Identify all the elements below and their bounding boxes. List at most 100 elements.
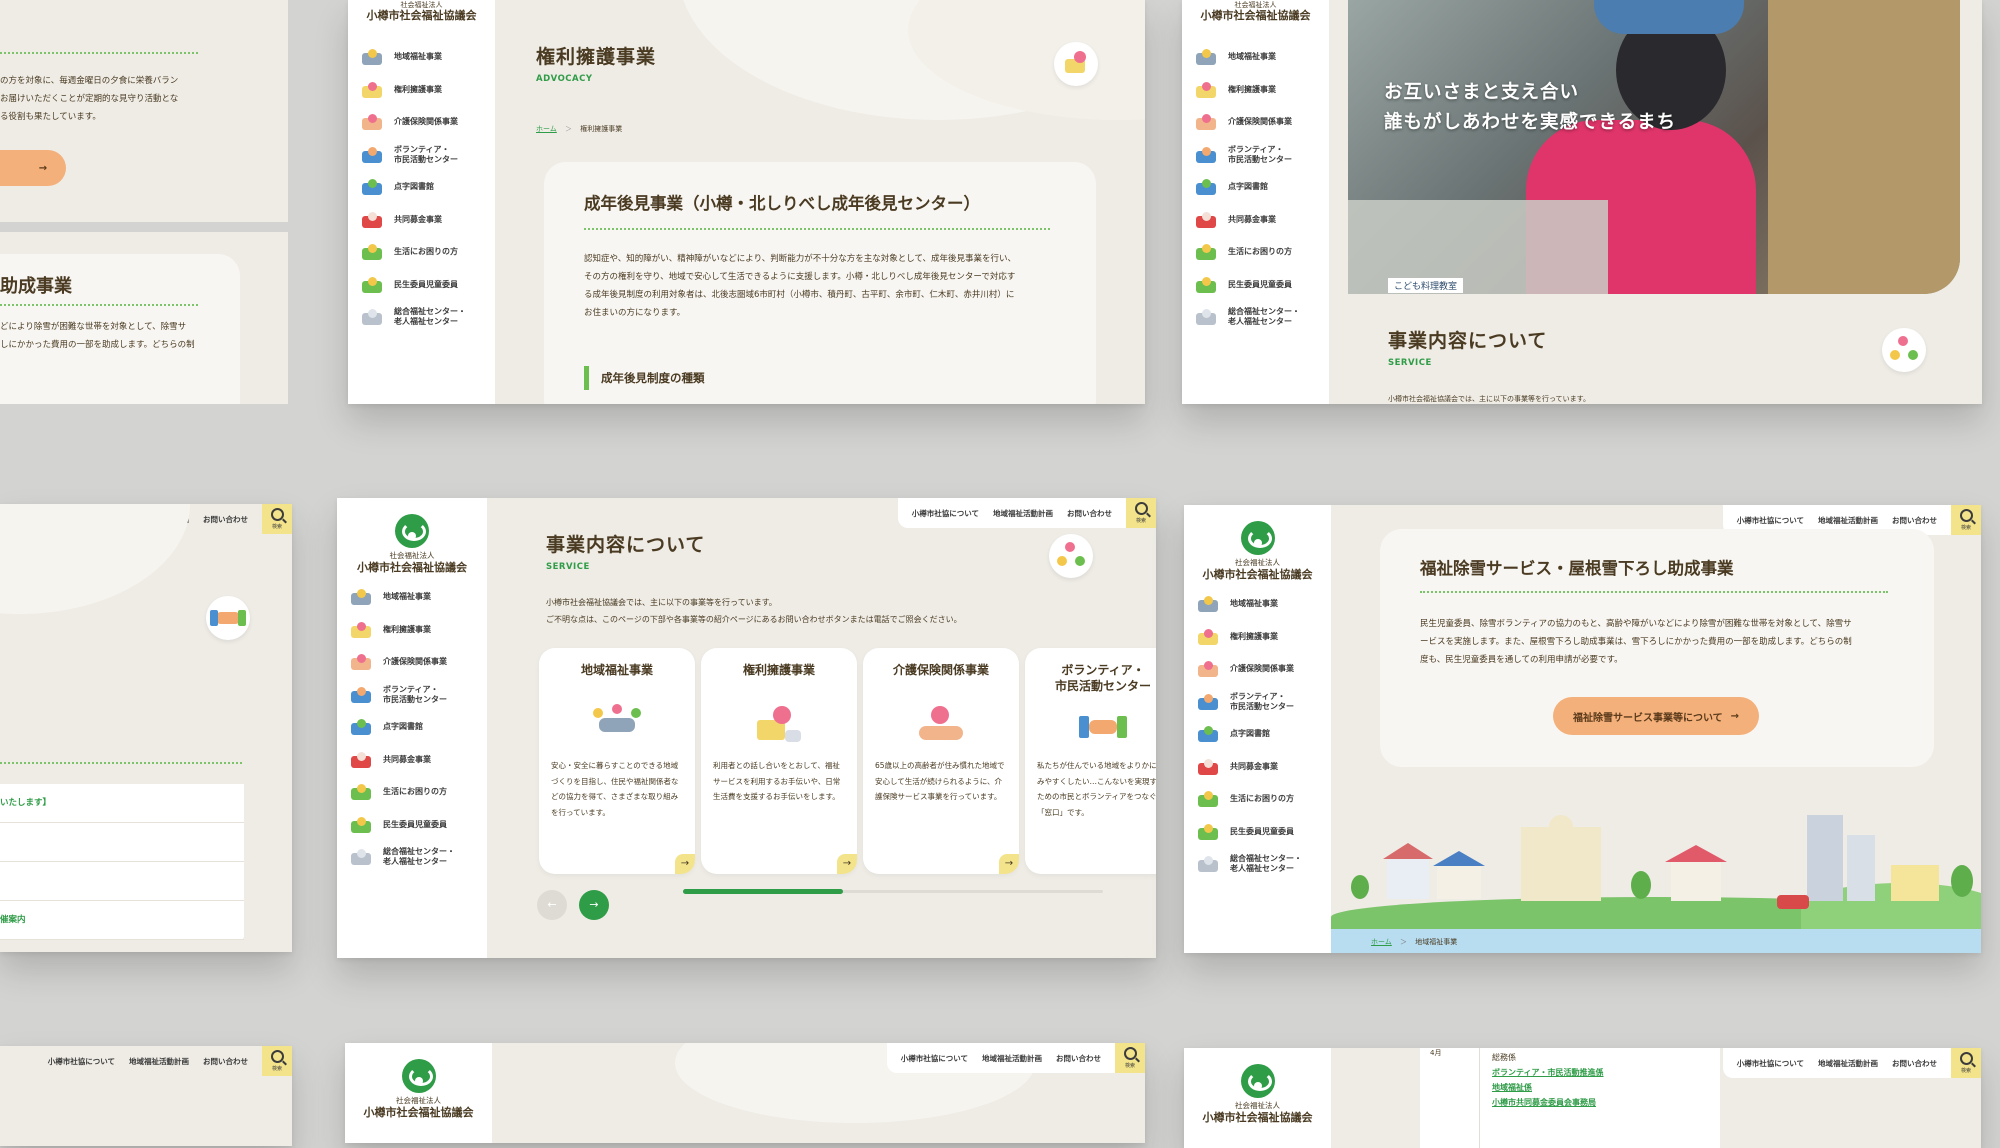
sidebar-item[interactable]: 生活にお困りの方 (1198, 783, 1331, 816)
list-item[interactable]: 催案内 (0, 901, 244, 940)
service-card-title: 権利擁護事業 (742, 663, 815, 677)
service-card-desc: 65歳以上の高齢者が住み慣れた地域で安心して生活が続けられるように、介護保険サー… (875, 761, 1005, 801)
sub-heading: 成年後見制度の種類 (584, 366, 705, 390)
brand-name: 小樽市社会福祉協議会 (1200, 9, 1311, 22)
sidebar-item[interactable]: 地域福祉事業 (1196, 41, 1329, 74)
building-icon (1196, 309, 1216, 326)
content-panel-top: の方を対象に、毎週金曜日の夕食に栄養バラン お届けいただくことが定期的な見守り活… (0, 0, 288, 222)
service-card[interactable]: ボランティア・ 市民活動センター 私たちが住んでいる地域をよりかに住みやすくした… (1025, 648, 1156, 874)
header-link-contact[interactable]: お問い合わせ (1056, 1053, 1101, 1064)
sidebar-item[interactable]: 生活にお困りの方 (1196, 236, 1329, 269)
list-item[interactable] (0, 823, 244, 862)
sidebar-item[interactable]: 点字図書館 (362, 171, 495, 204)
header-link-plan[interactable]: 地域福祉活動計画 (129, 1056, 189, 1067)
arrow-right-icon: → (1730, 710, 1740, 722)
arrow-right-icon: → (38, 162, 48, 174)
sidebar-item[interactable]: ボランティア・ 市民活動センター (362, 139, 495, 172)
search-button[interactable]: 検索 (262, 1046, 292, 1076)
breadcrumb-home[interactable]: ホーム (1371, 938, 1392, 946)
heart-document-icon (1198, 628, 1218, 645)
header-link-plan[interactable]: 地域福祉活動計画 (1818, 515, 1878, 526)
community-icon (593, 704, 641, 744)
search-button[interactable]: 検索 (1951, 505, 1981, 535)
sidebar-item[interactable]: 民生委員児童委員 (362, 269, 495, 302)
sidebar-item[interactable]: 権利擁護事業 (1198, 621, 1331, 654)
brand-name: 小樽市社会福祉協議会 (363, 1106, 474, 1119)
sidebar-item[interactable]: 介護保険関係事業 (1196, 106, 1329, 139)
background-blob (0, 504, 190, 614)
sidebar-item-label: 地域福祉事業 (1228, 52, 1276, 62)
sidebar-item-label: 介護保険関係事業 (1228, 117, 1292, 127)
service-card[interactable]: 介護保険関係事業 65歳以上の高齢者が住み慣れた地域で安心して生活が続けられるよ… (863, 648, 1019, 874)
dotted-divider (1420, 591, 1888, 593)
header-link-contact[interactable]: お問い合わせ (1892, 515, 1937, 526)
breadcrumb-home[interactable]: ホーム (536, 125, 557, 133)
header-link-plan[interactable]: 地域福祉活動計画 (982, 1053, 1042, 1064)
org-link[interactable]: 小樽市共同募金委員会事務局 (1492, 1095, 1604, 1110)
sidebar-item-label: 介護保険関係事業 (1230, 664, 1294, 674)
service-card[interactable]: 地域福祉事業 安心・安全に暮らすことのできる地域づくりを目指し、住民や福祉関係者… (539, 648, 695, 874)
search-label: 検索 (1960, 1068, 1971, 1074)
sidebar-item[interactable]: 地域福祉事業 (362, 41, 495, 74)
search-button[interactable]: 検索 (1951, 1048, 1981, 1078)
header-link-about[interactable]: 小樽市社協について (48, 1056, 115, 1067)
sidebar-item[interactable]: 総合福祉センター・ 老人福祉センター (1198, 848, 1331, 881)
search-button[interactable]: 検索 (1115, 1043, 1145, 1073)
sidebar-item[interactable]: 民生委員児童委員 (1198, 816, 1331, 849)
carousel-scrollbar[interactable] (683, 889, 1103, 894)
content-panel-bottom: 助成事業 どにより除雪が困難な世帯を対象として、除雪サ しにかかった費用の一部を… (0, 232, 288, 404)
sidebar-item[interactable]: 点字図書館 (1198, 718, 1331, 751)
header-link-contact[interactable]: お問い合わせ (203, 1056, 248, 1067)
books-icon (362, 179, 382, 196)
header-link-contact[interactable]: お問い合わせ (203, 514, 248, 525)
page-title-en: ADVOCACY (536, 74, 593, 84)
more-button[interactable]: → (0, 150, 66, 186)
sidebar-item-label: 生活にお困りの方 (1228, 247, 1292, 257)
carousel-scrollbar-thumb[interactable] (683, 889, 843, 894)
sidebar-item[interactable]: 地域福祉事業 (1198, 588, 1331, 621)
header-link-about[interactable]: 小樽市社協について (1737, 1058, 1804, 1069)
search-button[interactable]: 検索 (262, 504, 292, 534)
building-icon (1198, 856, 1218, 873)
body-line: 認知症や、知的障がい、精神障がいなどにより、判断能力が不十分な方を主な対象として… (584, 254, 1017, 264)
header-link-about[interactable]: 小樽市社協について (1737, 515, 1804, 526)
arrow-right-icon[interactable]: → (675, 854, 695, 874)
sidebar-item[interactable]: 総合福祉センター・ 老人福祉センター (362, 301, 495, 334)
carousel-prev-button[interactable]: ← (537, 890, 567, 920)
header-link-contact[interactable]: お問い合わせ (1892, 1058, 1937, 1069)
screen-card-bottom-center: 社会福祉法人 小樽市社会福祉協議会 小樽市社協について 地域福祉活動計画 お問い… (345, 1043, 1145, 1143)
service-card[interactable]: 権利擁護事業 利用者との話し合いをとおして、福祉サービスを利用するお手伝いや、日… (701, 648, 857, 874)
list-item[interactable]: いたします】 (0, 784, 244, 823)
sidebar-item[interactable]: 権利擁護事業 (1196, 74, 1329, 107)
sidebar-item[interactable]: ボランティア・ 市民活動センター (1196, 139, 1329, 172)
arrow-right-icon[interactable]: → (999, 854, 1019, 874)
brand: 社会福祉法人 小樽市社会福祉協議会 (348, 0, 495, 23)
sidebar-item[interactable]: 共同募金事業 (1198, 751, 1331, 784)
snow-service-button[interactable]: 福祉除雪サービス事業等について → (1553, 697, 1759, 735)
sidebar-item[interactable]: 総合福祉センター・ 老人福祉センター (1196, 301, 1329, 334)
header-link-plan[interactable]: 地域福祉活動計画 (1818, 1058, 1878, 1069)
sidebar-item[interactable]: 民生委員児童委員 (1196, 269, 1329, 302)
town-illustration (1331, 805, 1981, 929)
header-link-about[interactable]: 小樽市社協について (901, 1053, 968, 1064)
body-line: 民生児童委員、除雪ボランティアの協力のもと、高齢や障がいなどにより除雪が困難な世… (1420, 619, 1852, 629)
carousel-next-button[interactable]: → (579, 890, 609, 920)
sidebar-item[interactable]: ボランティア・ 市民活動センター (1198, 686, 1331, 719)
list-item[interactable] (0, 862, 244, 901)
body-line: る役割も果たしています。 (0, 112, 101, 122)
sidebar-item[interactable]: 権利擁護事業 (362, 74, 495, 107)
body-line: お届けいただくことが定期的な見守り活動とな (0, 94, 179, 104)
org-link[interactable]: ボランティア・市民活動推進係 (1492, 1065, 1604, 1080)
arrow-right-icon[interactable]: → (837, 854, 857, 874)
sidebar-item[interactable]: 介護保険関係事業 (1198, 653, 1331, 686)
sidebar-item[interactable]: 生活にお困りの方 (362, 236, 495, 269)
panel-body: 民生児童委員、除雪ボランティアの協力のもと、高齢や障がいなどにより除雪が困難な世… (1420, 615, 1852, 669)
sidebar-item[interactable]: 点字図書館 (1196, 171, 1329, 204)
service-card-desc: 安心・安全に暮らすことのできる地域づくりを目指し、住民や福祉関係者などの協力を得… (551, 761, 679, 817)
org-link[interactable]: 地域福祉係 (1492, 1080, 1604, 1095)
sidebar-item[interactable]: 介護保険関係事業 (362, 106, 495, 139)
sidebar-item-label: 点字図書館 (1228, 182, 1268, 192)
sidebar-item[interactable]: 共同募金事業 (362, 204, 495, 237)
sidebar-item[interactable]: 共同募金事業 (1196, 204, 1329, 237)
section-intro: 小樽市社会福祉協議会では、主に以下の事業等を行っています。 (1388, 395, 1590, 403)
